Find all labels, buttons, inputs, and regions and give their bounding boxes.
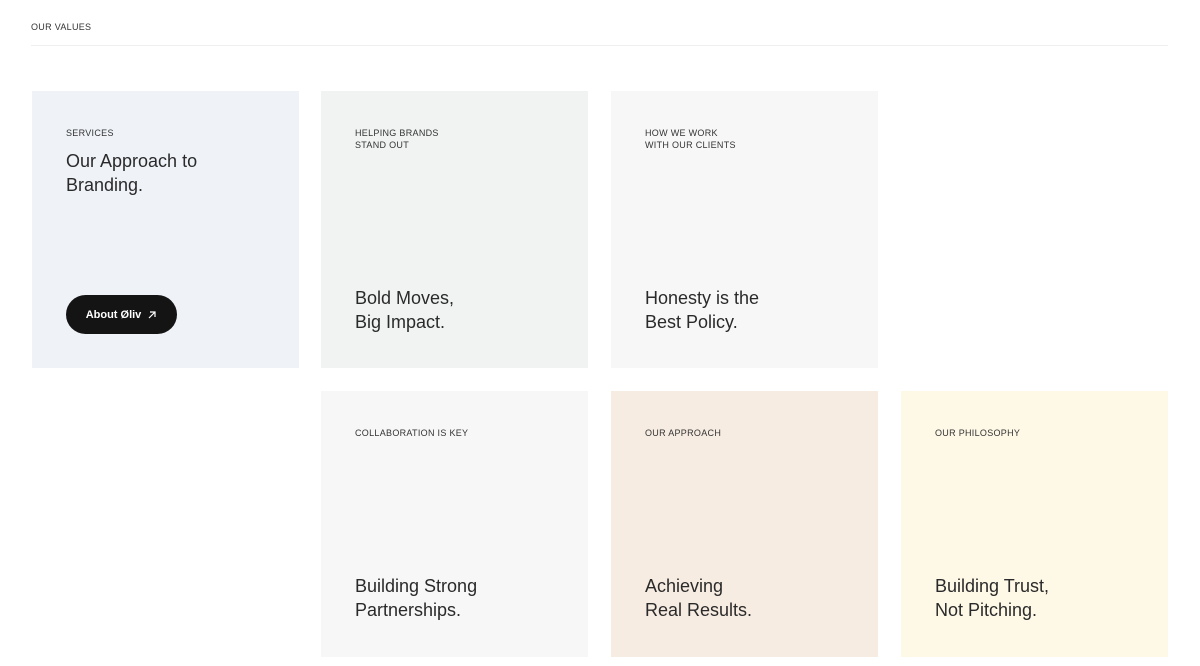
about-oliv-button[interactable]: About Øliv [66,295,177,334]
card-heading: Achieving Real Results. [645,576,753,620]
card-heading: Bold Moves, Big Impact. [355,288,455,332]
card-services: SERVICES Our Approach to Branding. About… [32,91,299,368]
card-eyebrow: OUR APPROACH [645,428,722,438]
card-eyebrow: HOW WE WORK WITH OUR CLIENTS [645,128,736,150]
values-page: OUR VALUES SERVICES Our Approach to Bran… [0,0,1200,666]
about-oliv-button-label: About Øliv [85,308,142,321]
card-eyebrow: OUR PHILOSOPHY [935,428,1021,438]
section-label: OUR VALUES [31,22,92,32]
card-heading: Building Strong Partnerships. [355,576,478,620]
card-approach: OUR APPROACH Achieving Real Results. [611,391,878,657]
section-divider [31,45,1168,46]
card-honesty: HOW WE WORK WITH OUR CLIENTS Honesty is … [611,91,878,368]
card-heading: Honesty is the Best Policy. [645,288,760,332]
card-bold-moves: HELPING BRANDS STAND OUT Bold Moves, Big… [321,91,588,368]
card-eyebrow: SERVICES [66,128,114,138]
card-heading: Building Trust, Not Pitching. [935,576,1050,620]
card-philosophy: OUR PHILOSOPHY Building Trust, Not Pitch… [901,391,1168,657]
arrow-up-right-icon [147,310,157,320]
card-heading: Our Approach to Branding. [66,151,198,195]
card-collaboration: COLLABORATION IS KEY Building Strong Par… [321,391,588,657]
card-eyebrow: COLLABORATION IS KEY [355,428,469,438]
card-eyebrow: HELPING BRANDS STAND OUT [355,128,439,150]
